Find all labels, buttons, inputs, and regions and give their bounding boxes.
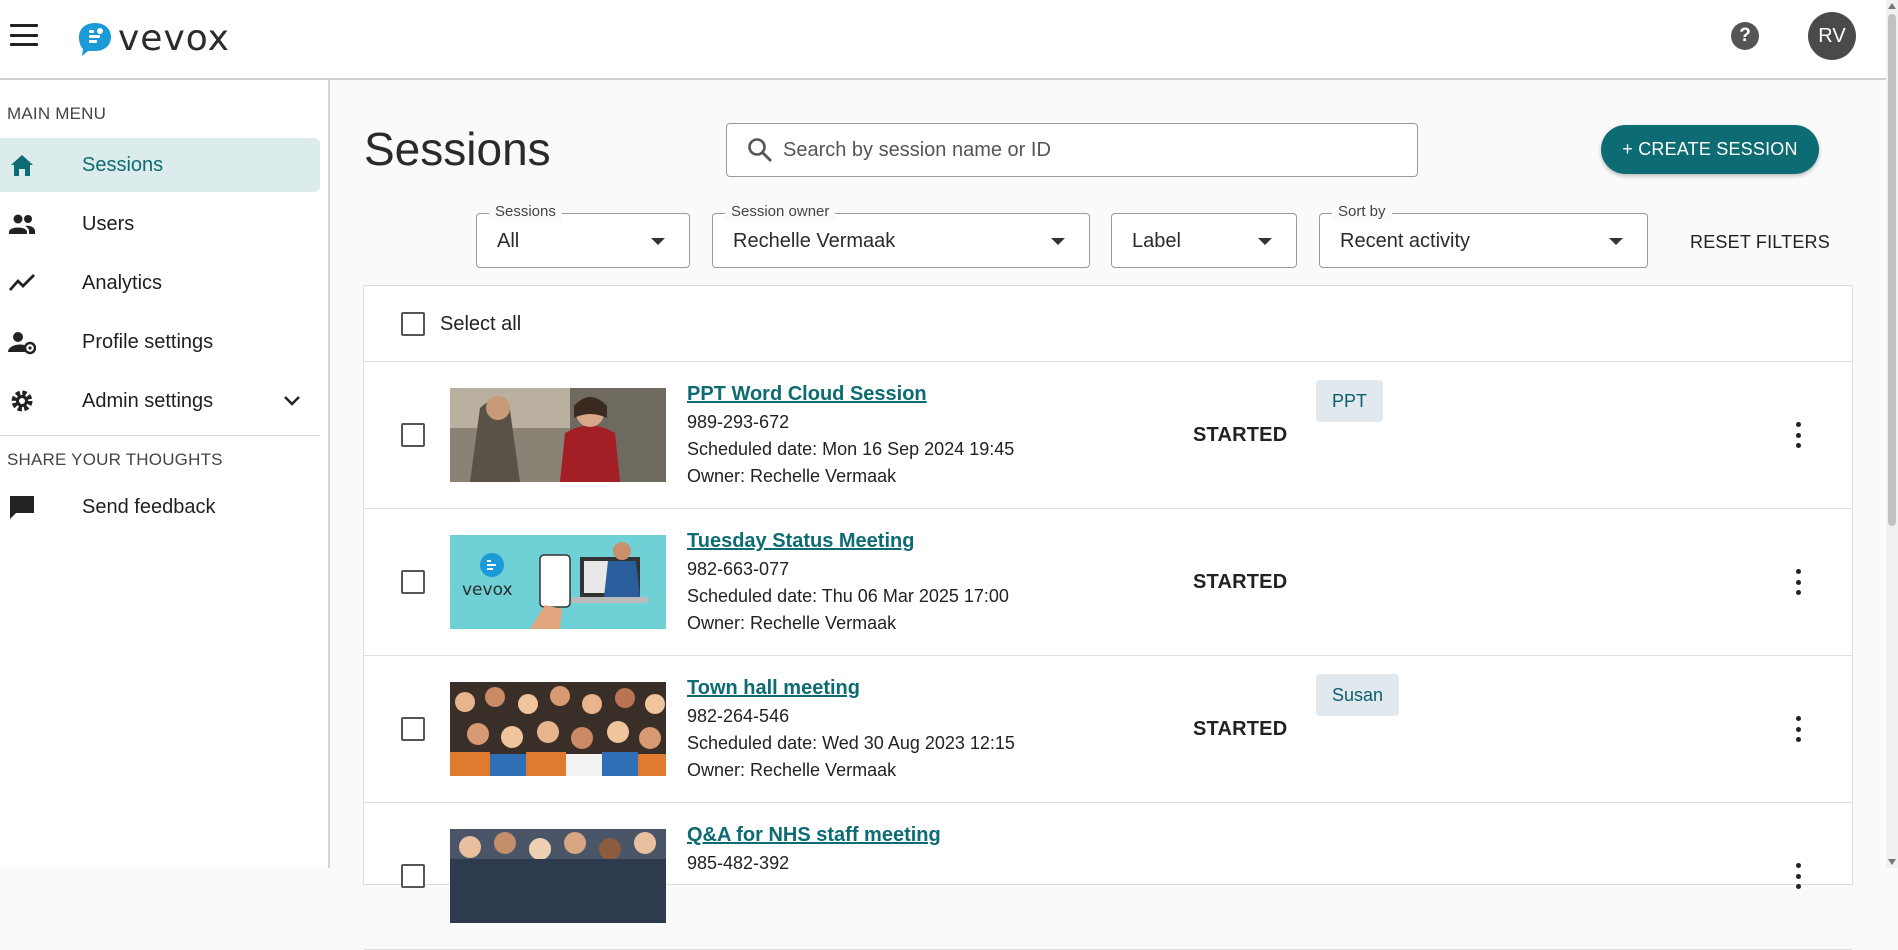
- caret-down-icon: [1609, 238, 1623, 245]
- page-title: Sessions: [364, 123, 551, 175]
- session-list: Select all PPT Word Cloud Session 989-29…: [363, 285, 1853, 950]
- session-id: 982-663-077: [687, 559, 790, 579]
- page-scrollbar[interactable]: [1886, 0, 1898, 868]
- session-tag[interactable]: PPT: [1316, 380, 1384, 422]
- session-thumbnail[interactable]: [450, 682, 666, 776]
- feedback-icon: [10, 496, 34, 519]
- filter-legend: Sessions: [489, 203, 562, 220]
- session-row: Town hall meeting 982-264-546 Scheduled …: [364, 656, 1852, 803]
- sidebar: MAIN MENU Sessions Users Analytics Profi…: [0, 80, 330, 868]
- reset-filters-button[interactable]: RESET FILTERS: [1690, 232, 1830, 253]
- sidebar-item-label: Send feedback: [82, 495, 216, 518]
- session-tag[interactable]: Susan: [1316, 674, 1400, 716]
- sidebar-item-admin-settings[interactable]: Admin settings: [0, 374, 320, 428]
- session-owner: Owner: Rechelle Vermaak: [687, 760, 897, 780]
- filter-value: Recent activity: [1340, 230, 1471, 252]
- session-thumbnail[interactable]: [450, 388, 666, 482]
- gear-icon: [11, 390, 33, 412]
- top-bar: vevox ? RV: [0, 0, 1898, 80]
- session-id: 985-482-392: [687, 853, 790, 873]
- svg-text:vevox: vevox: [462, 580, 513, 600]
- chevron-down-icon[interactable]: [282, 390, 302, 410]
- session-title-link[interactable]: PPT Word Cloud Session: [687, 383, 927, 406]
- session-row: Q&A for NHS staff meeting 985-482-392: [364, 803, 1852, 950]
- sessions-filter[interactable]: Sessions All: [476, 203, 690, 268]
- users-icon: [9, 214, 35, 234]
- avatar[interactable]: RV: [1808, 12, 1856, 60]
- session-row: PPT Word Cloud Session 989-293-672 Sched…: [364, 362, 1852, 509]
- sort-by-filter[interactable]: Sort by Recent activity: [1319, 203, 1648, 268]
- session-title-link[interactable]: Q&A for NHS staff meeting: [687, 824, 941, 847]
- help-icon[interactable]: ?: [1731, 22, 1759, 50]
- home-icon: [11, 155, 33, 176]
- more-options-icon[interactable]: [1794, 422, 1802, 448]
- session-scheduled-date: Scheduled date: Mon 16 Sep 2024 19:45: [687, 439, 1015, 459]
- row-checkbox[interactable]: [401, 717, 425, 741]
- select-all-checkbox[interactable]: [401, 312, 425, 336]
- label-filter[interactable]: Label: [1111, 213, 1297, 268]
- main-menu-label: MAIN MENU: [7, 104, 107, 123]
- session-title-link[interactable]: Town hall meeting: [687, 677, 860, 700]
- create-session-button[interactable]: + CREATE SESSION: [1601, 125, 1819, 174]
- filter-value: Label: [1132, 230, 1181, 252]
- session-owner: Owner: Rechelle Vermaak: [687, 613, 897, 633]
- session-status: STARTED: [1193, 718, 1288, 740]
- hamburger-menu-icon[interactable]: [10, 24, 38, 46]
- session-scheduled-date: Scheduled date: Thu 06 Mar 2025 17:00: [687, 586, 1009, 606]
- row-checkbox[interactable]: [401, 570, 425, 594]
- row-checkbox[interactable]: [401, 423, 425, 447]
- analytics-icon: [8, 274, 35, 291]
- logo-text: vevox: [118, 18, 230, 59]
- scrollbar-thumb[interactable]: [1888, 14, 1896, 526]
- session-id: 989-293-672: [687, 412, 790, 432]
- sidebar-item-sessions[interactable]: Sessions: [0, 138, 320, 192]
- session-status: STARTED: [1193, 424, 1288, 446]
- sidebar-item-label: Profile settings: [82, 330, 214, 353]
- more-options-icon[interactable]: [1794, 863, 1802, 889]
- sidebar-item-label: Admin settings: [82, 389, 214, 412]
- session-thumbnail[interactable]: [450, 829, 666, 923]
- session-status: STARTED: [1193, 571, 1288, 593]
- more-options-icon[interactable]: [1794, 569, 1802, 595]
- sidebar-item-label: Users: [82, 212, 135, 235]
- sidebar-item-analytics[interactable]: Analytics: [0, 256, 320, 310]
- select-all-row: Select all: [364, 286, 1852, 362]
- filter-value: All: [497, 230, 520, 252]
- sidebar-item-label: Analytics: [82, 271, 163, 294]
- session-id: 982-264-546: [687, 706, 790, 726]
- scroll-up-icon[interactable]: [1888, 3, 1896, 9]
- main-nav: Sessions Users Analytics Profile setting…: [0, 138, 320, 433]
- select-all-label: Select all: [440, 313, 522, 335]
- filter-legend: Sort by: [1332, 203, 1392, 220]
- session-owner-filter[interactable]: Session owner Rechelle Vermaak: [712, 203, 1090, 268]
- profile-settings-icon: [8, 332, 36, 355]
- more-options-icon[interactable]: [1794, 716, 1802, 742]
- sidebar-item-users[interactable]: Users: [0, 197, 320, 251]
- session-title-link[interactable]: Tuesday Status Meeting: [687, 530, 914, 553]
- filter-value: Rechelle Vermaak: [733, 230, 896, 252]
- search-input[interactable]: [783, 132, 1403, 168]
- session-owner: Owner: Rechelle Vermaak: [687, 466, 897, 486]
- search-box[interactable]: [726, 123, 1418, 177]
- feedback-nav: Send feedback: [0, 480, 320, 539]
- filter-legend: Session owner: [725, 203, 836, 220]
- session-row: vevox Tuesday Status Meeting 982-663-077…: [364, 509, 1852, 656]
- caret-down-icon: [651, 238, 665, 245]
- vevox-logo-icon: [79, 22, 111, 56]
- search-icon: [748, 138, 772, 162]
- session-scheduled-date: Scheduled date: Wed 30 Aug 2023 12:15: [687, 733, 1015, 753]
- share-thoughts-label: SHARE YOUR THOUGHTS: [7, 450, 223, 469]
- scroll-down-icon[interactable]: [1888, 859, 1896, 865]
- sidebar-divider: [0, 435, 320, 436]
- vevox-logo[interactable]: vevox: [78, 18, 230, 59]
- sidebar-item-label: Sessions: [82, 153, 164, 176]
- session-thumbnail[interactable]: vevox: [450, 535, 666, 629]
- sidebar-item-send-feedback[interactable]: Send feedback: [0, 480, 320, 534]
- caret-down-icon: [1051, 238, 1065, 245]
- caret-down-icon: [1258, 238, 1272, 245]
- sidebar-item-profile-settings[interactable]: Profile settings: [0, 315, 320, 369]
